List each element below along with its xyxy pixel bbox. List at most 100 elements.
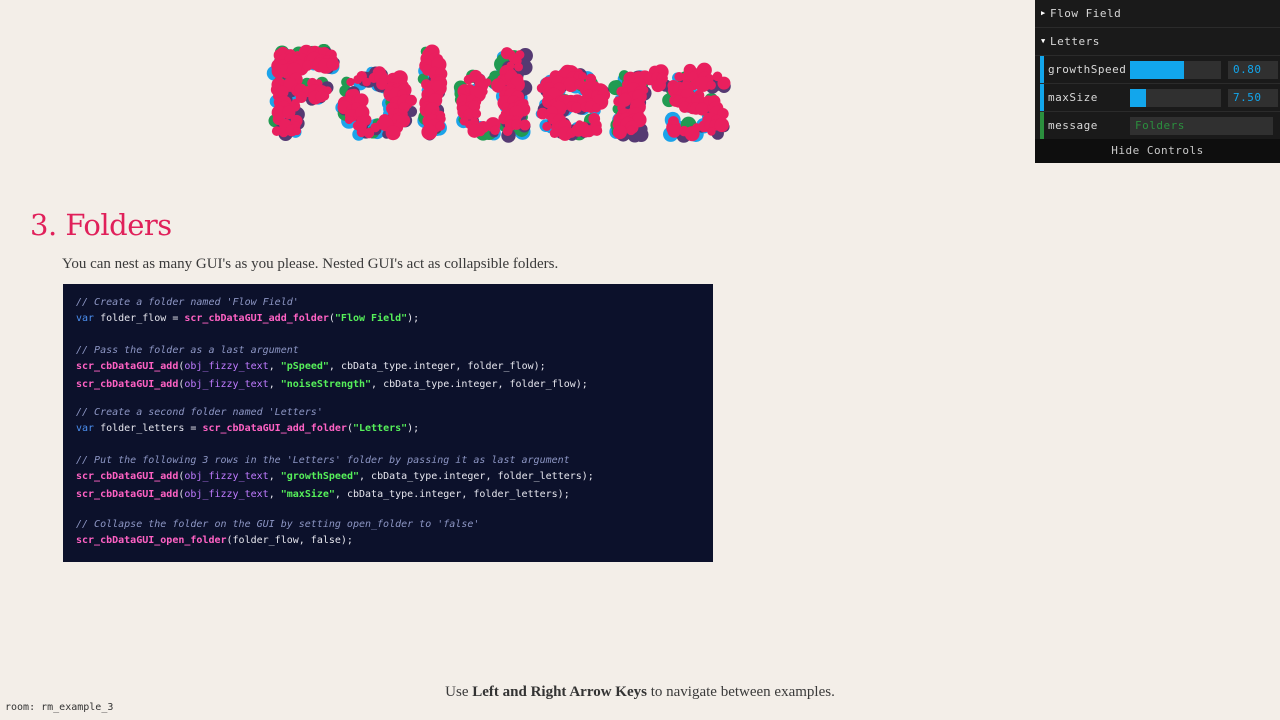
room-label: room: rm_example_3 (5, 702, 114, 713)
logo-dot (514, 62, 523, 72)
code-line: // Create a second folder named 'Letters… (76, 405, 323, 421)
max-size-value[interactable]: 7.50 (1228, 89, 1278, 107)
logo-dot (542, 121, 552, 132)
logo-dot (292, 126, 302, 136)
growth-speed-label: growthSpeed (1048, 63, 1127, 76)
row-color-bar (1040, 56, 1044, 83)
max-size-slider[interactable] (1130, 89, 1221, 107)
code-function: scr_cbDataGUI_add (76, 361, 179, 372)
logo-dot (490, 125, 500, 135)
code-line: scr_cbDataGUI_add(obj_fizzy_text, "noise… (76, 379, 588, 390)
code-line: // Put the following 3 rows in the 'Lett… (76, 453, 570, 469)
code-function: scr_cbDataGUI_open_folder (76, 535, 227, 546)
logo-dot (326, 58, 340, 71)
logo-dot (714, 117, 730, 133)
code-line: scr_cbDataGUI_add(obj_fizzy_text, "maxSi… (76, 489, 570, 500)
code-function: scr_cbDataGUI_add (76, 379, 179, 390)
row-color-bar (1040, 84, 1044, 111)
hint-text: Use (445, 684, 473, 700)
row-growth-speed: growthSpeed 0.80 (1040, 56, 1280, 84)
code-block: // Create a folder named 'Flow Field' va… (63, 284, 713, 562)
code-string: "growthSpeed" (280, 471, 360, 482)
code-comment: // Create a folder named 'Flow Field' (76, 297, 299, 308)
logo-dot (667, 124, 681, 138)
logo-dot (653, 78, 667, 91)
logo-dot (385, 125, 401, 141)
growth-speed-slider[interactable] (1130, 61, 1221, 79)
hint-text: to navigate between examples. (646, 684, 835, 700)
logo-dot (346, 77, 355, 87)
code-string: "Letters" (352, 423, 408, 434)
page-title: 3. Folders (30, 208, 172, 242)
logo-dot (362, 77, 371, 87)
logo-dot (684, 126, 700, 142)
row-max-size: maxSize 7.50 (1040, 84, 1280, 112)
logo-dot (707, 127, 716, 136)
max-size-label: maxSize (1048, 91, 1098, 104)
code-line: scr_cbDataGUI_open_folder(folder_flow, f… (76, 533, 353, 549)
hide-controls-button[interactable]: Hide Controls (1035, 139, 1280, 163)
code-object: obj_fizzy_text (184, 471, 269, 482)
message-label: message (1048, 119, 1098, 132)
logo-dot (571, 102, 583, 114)
code-line: // Pass the folder as a last argument (76, 343, 299, 359)
code-text: ); (407, 313, 420, 324)
code-text: , cbData_type.integer, folder_flow); (371, 379, 588, 390)
code-text: ); (407, 423, 420, 434)
folder-letters[interactable]: ▼ Letters (1035, 28, 1280, 56)
code-comment: // Put the following 3 rows in the 'Lett… (76, 455, 570, 466)
code-object: obj_fizzy_text (184, 489, 269, 500)
logo-dot (471, 109, 482, 119)
logo-dot (435, 121, 446, 131)
code-line: var folder_flow = scr_cbDataGUI_add_fold… (76, 311, 419, 327)
code-comment: // Collapse the folder on the GUI by set… (76, 519, 480, 530)
code-object: obj_fizzy_text (184, 379, 269, 390)
code-text: folder_flow = (94, 313, 185, 324)
code-text: , cbData_type.integer, folder_letters); (359, 471, 594, 482)
code-function: scr_cbDataGUI_add_folder (202, 423, 347, 434)
code-string: "maxSize" (280, 489, 335, 500)
code-line: // Create a folder named 'Flow Field' (76, 295, 299, 311)
logo-dot (591, 125, 603, 136)
logo-dot (344, 115, 354, 125)
logo-dot (483, 78, 492, 87)
fizzy-folders-logo (266, 44, 731, 143)
code-line: var folder_letters = scr_cbDataGUI_add_f… (76, 423, 420, 434)
folder-flow-field[interactable]: ▶ Flow Field (1035, 0, 1280, 28)
code-function: scr_cbDataGUI_add (76, 471, 179, 482)
caret-right-icon: ▶ (1041, 9, 1046, 17)
growth-speed-slider-fill (1130, 61, 1184, 79)
logo-dot (612, 124, 627, 140)
growth-speed-value[interactable]: 0.80 (1228, 61, 1278, 79)
code-text: , cbData_type.integer, folder_letters); (334, 489, 570, 500)
logo-dot (706, 80, 716, 90)
logo-dot (320, 91, 330, 101)
logo-dot (502, 126, 513, 136)
hint-keys: Left and Right Arrow Keys (472, 684, 647, 700)
caret-down-icon: ▼ (1041, 37, 1046, 45)
code-keyword: var (76, 423, 95, 434)
row-message: message Folders (1040, 112, 1280, 140)
code-line: // Collapse the folder on the GUI by set… (76, 517, 479, 533)
logo-dot (519, 119, 531, 131)
code-string: "noiseStrength" (280, 379, 372, 390)
folder-letters-label: Letters (1050, 35, 1100, 48)
code-text: (folder_flow, false); (226, 535, 353, 546)
code-text: , cbData_type.integer, folder_flow); (328, 361, 546, 372)
logo-dot (591, 103, 601, 113)
code-string: "pSpeed" (280, 361, 329, 372)
max-size-slider-fill (1130, 89, 1147, 107)
code-text: folder_letters = (94, 423, 203, 434)
logo-dot (475, 126, 486, 137)
folder-flow-field-label: Flow Field (1050, 7, 1122, 20)
row-color-bar (1040, 112, 1044, 139)
message-input[interactable]: Folders (1130, 117, 1273, 135)
logo-dot (717, 76, 731, 90)
code-comment: // Pass the folder as a last argument (76, 345, 299, 356)
logo-dot (363, 127, 375, 139)
code-line: scr_cbDataGUI_add(obj_fizzy_text, "growt… (76, 471, 594, 482)
navigation-hint: Use Left and Right Arrow Keys to navigat… (0, 684, 1280, 701)
logo-dot (421, 124, 438, 141)
page-description: You can nest as many GUI's as you please… (62, 256, 559, 272)
code-keyword: var (76, 313, 95, 324)
